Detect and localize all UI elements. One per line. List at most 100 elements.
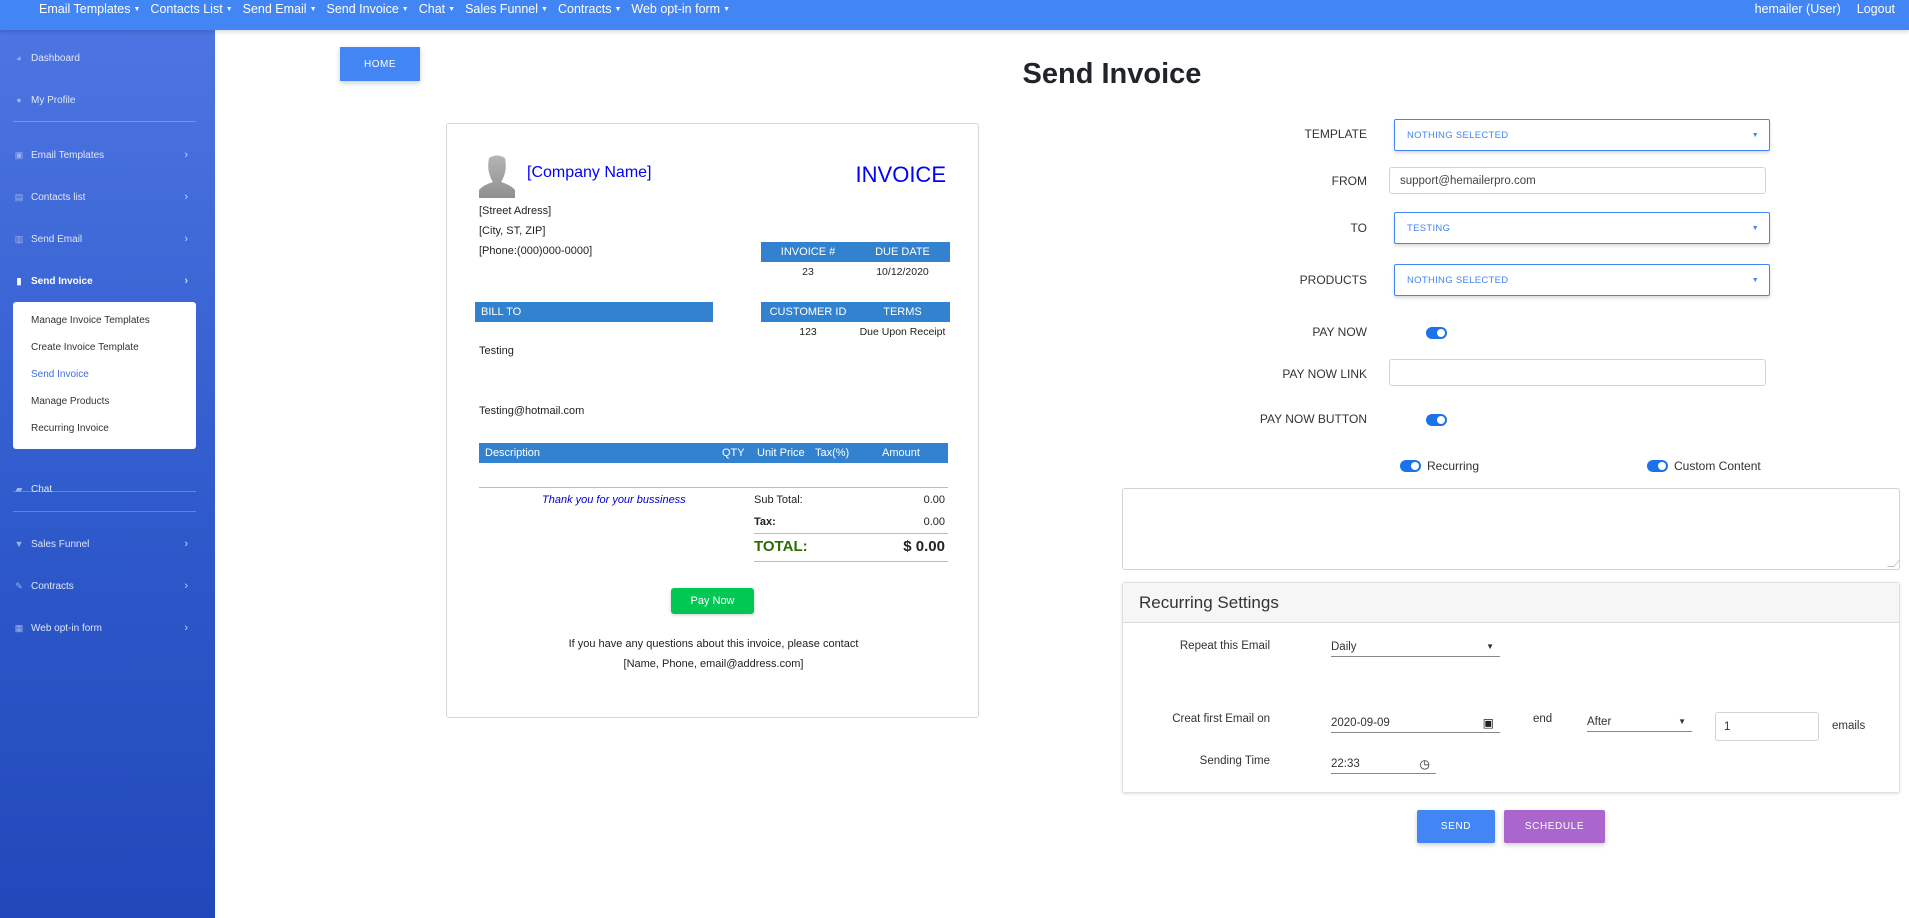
sidebar-item-web-optin-form[interactable]: ▦ Web opt-in form ›	[13, 618, 196, 638]
chevron-right-icon: ›	[184, 191, 188, 203]
custom-content-toggle[interactable]	[1647, 460, 1668, 472]
invoice-meta-header: INVOICE # DUE DATE	[761, 242, 950, 262]
caret-down-icon: ▼	[614, 5, 622, 13]
first-email-date-value: 2020-09-09	[1331, 716, 1390, 729]
pay-now-link-label: PAY NOW LINK	[1282, 367, 1367, 381]
recurring-label: Recurring	[1427, 459, 1480, 473]
col-amount: Amount	[882, 447, 920, 459]
nav-web-optin-form[interactable]: Web opt-in form ▼	[631, 2, 730, 16]
nav-label: Sales Funnel	[465, 2, 539, 16]
submenu-manage-invoice-templates[interactable]: Manage Invoice Templates	[31, 315, 150, 326]
products-select[interactable]: NOTHING SELECTED ▼	[1394, 264, 1770, 296]
sidebar-item-email-templates[interactable]: ▣ Email Templates ›	[13, 145, 196, 165]
nav-label: Contacts List	[150, 2, 223, 16]
sidebar-item-my-profile[interactable]: ● My Profile	[13, 90, 196, 110]
tax-value: 0.00	[923, 516, 945, 528]
submenu-manage-products[interactable]: Manage Products	[31, 396, 109, 407]
nav-send-invoice[interactable]: Send Invoice ▼	[327, 2, 409, 16]
recurring-toggle[interactable]	[1400, 460, 1421, 472]
sidebar-item-dashboard[interactable]: ◕ Dashboard	[13, 48, 196, 68]
col-tax: Tax(%)	[815, 447, 850, 459]
contacts-icon: ▤	[14, 191, 24, 202]
send-button[interactable]: SEND	[1417, 810, 1495, 843]
custom-content-textarea[interactable]	[1122, 488, 1900, 570]
due-date: 10/12/2020	[876, 266, 929, 278]
sidebar-item-send-invoice[interactable]: ▮ Send Invoice ›	[13, 271, 196, 291]
nav-send-email[interactable]: Send Email ▼	[243, 2, 317, 16]
divider	[754, 561, 948, 562]
nav-chat[interactable]: Chat ▼	[419, 2, 455, 16]
submenu-send-invoice[interactable]: Send Invoice	[31, 369, 89, 380]
to-select[interactable]: TESTING ▼	[1394, 212, 1770, 244]
sidebar-item-chat[interactable]: ▰ Chat	[13, 479, 196, 499]
line-items-header: Description QTY Unit Price Tax(%) Amount	[479, 443, 948, 463]
caret-down-icon: ▼	[309, 5, 317, 13]
bill-to-email: Testing@hotmail.com	[479, 405, 585, 417]
nav-contacts-list[interactable]: Contacts List ▼	[150, 2, 232, 16]
to-select-value: TESTING	[1407, 222, 1451, 234]
resize-handle-icon[interactable]	[1887, 560, 1900, 567]
chevron-right-icon: ›	[184, 149, 188, 161]
invoice-preview: [Company Name] INVOICE [Street Adress] […	[446, 123, 979, 718]
invoice-icon: ▮	[16, 275, 22, 286]
invoice-number: 23	[802, 266, 814, 278]
pay-now-button[interactable]: Pay Now	[671, 588, 754, 614]
submenu-create-invoice-template[interactable]: Create Invoice Template	[31, 342, 139, 353]
send-email-icon: ▥	[14, 233, 24, 244]
template-label: TEMPLATE	[1304, 127, 1367, 141]
bill-to-name: Testing	[479, 345, 514, 357]
sidebar-item-label: Send Email	[31, 233, 83, 245]
sidebar-item-contacts-list[interactable]: ▤ Contacts list ›	[13, 187, 196, 207]
caret-down-icon: ▼	[1751, 131, 1759, 139]
nav-email-templates[interactable]: Email Templates ▼	[39, 2, 140, 16]
chevron-right-icon: ›	[184, 275, 188, 287]
sidebar-item-sales-funnel[interactable]: ▼ Sales Funnel ›	[13, 534, 196, 554]
sending-time-value: 22:33	[1331, 757, 1360, 770]
pay-now-button-toggle[interactable]	[1426, 414, 1447, 426]
logout-link[interactable]: Logout	[1857, 2, 1895, 16]
user-menu[interactable]: hemailer (User)	[1755, 2, 1841, 16]
template-select[interactable]: NOTHING SELECTED ▼	[1394, 119, 1770, 151]
subtotal-label: Sub Total:	[754, 494, 803, 506]
nav-label: Web opt-in form	[631, 2, 721, 16]
city-address: [City, ST, ZIP]	[479, 225, 546, 237]
pay-now-link-input[interactable]	[1389, 359, 1766, 386]
from-input[interactable]: support@hemailerpro.com	[1389, 167, 1766, 194]
first-email-date-input[interactable]: 2020-09-09 ▣	[1331, 713, 1500, 733]
end-value: After	[1587, 715, 1612, 728]
total-label: TOTAL:	[754, 538, 808, 555]
send-invoice-submenu: Manage Invoice Templates Create Invoice …	[13, 302, 196, 449]
calendar-icon[interactable]: ▣	[1483, 716, 1494, 730]
phone-address: [Phone:(000)000-0000]	[479, 245, 593, 257]
sidebar-divider	[13, 121, 196, 122]
nav-sales-funnel[interactable]: Sales Funnel ▼	[465, 2, 548, 16]
schedule-button[interactable]: SCHEDULE	[1504, 810, 1605, 843]
sidebar: ◕ Dashboard ● My Profile ▣ Email Templates ›…	[0, 30, 215, 918]
email-count-input[interactable]: 1	[1715, 712, 1819, 741]
customer-id-header: CUSTOMER ID	[769, 306, 847, 318]
sidebar-item-label: Email Templates	[31, 149, 105, 161]
nav-contracts[interactable]: Contracts ▼	[558, 2, 621, 16]
home-button[interactable]: HOME	[340, 47, 420, 81]
caret-down-icon: ▼	[1751, 224, 1759, 232]
chevron-right-icon: ›	[184, 233, 188, 245]
sidebar-item-label: Send Invoice	[31, 275, 93, 287]
contract-icon: ✎	[15, 580, 23, 591]
sending-time-input[interactable]: 22:33 ◷	[1331, 754, 1436, 774]
sidebar-divider	[13, 511, 196, 512]
sidebar-item-send-email[interactable]: ▥ Send Email ›	[13, 229, 196, 249]
pay-now-toggle[interactable]	[1426, 327, 1447, 339]
end-select[interactable]: After ▼	[1587, 712, 1692, 732]
sidebar-item-contracts[interactable]: ✎ Contracts ›	[13, 576, 196, 596]
chat-icon: ▰	[15, 483, 23, 494]
clock-icon[interactable]: ◷	[1420, 757, 1430, 771]
recurring-settings-card: Recurring Settings Repeat this Email Dai…	[1122, 582, 1900, 793]
invoice-number-header: INVOICE #	[780, 246, 836, 258]
repeat-select[interactable]: Daily ▼	[1331, 637, 1500, 657]
caret-down-icon: ▼	[1486, 642, 1494, 651]
caret-down-icon: ▼	[1678, 717, 1686, 726]
submenu-recurring-invoice[interactable]: Recurring Invoice	[31, 423, 109, 434]
sidebar-item-label: Contracts	[31, 580, 74, 592]
thank-you-note: Thank you for your bussiness	[542, 494, 686, 506]
first-email-label: Creat first Email on	[1172, 713, 1270, 725]
